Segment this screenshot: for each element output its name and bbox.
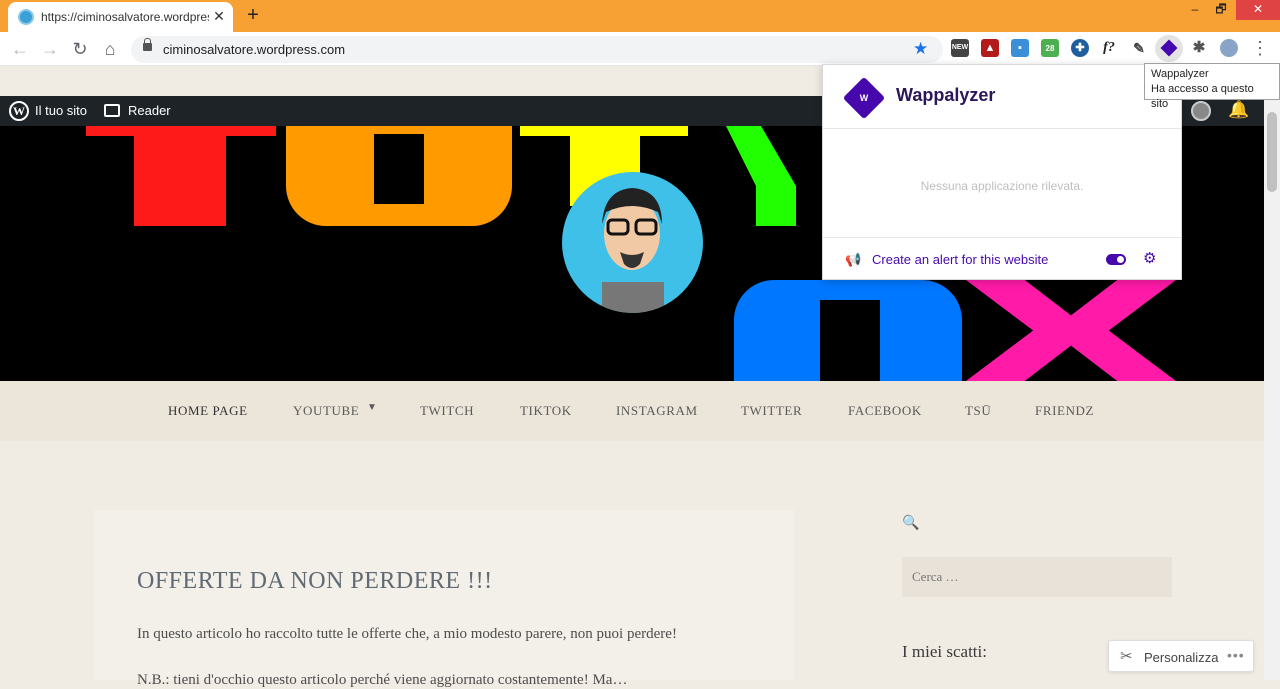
reload-icon[interactable]: ↻ bbox=[68, 37, 92, 61]
tab-title: https://ciminosalvatore.wordpress.com bbox=[41, 10, 209, 24]
extension-badge: 28 bbox=[1045, 44, 1055, 53]
post-excerpt: In questo articolo ho raccolto tutte le … bbox=[137, 626, 677, 642]
pdf-extension-icon[interactable]: ▲ bbox=[981, 39, 999, 57]
bookmark-star-icon[interactable]: ★ bbox=[913, 39, 928, 59]
nav-item-friendz[interactable]: FRIENDZ bbox=[1035, 403, 1094, 419]
counter-extension-icon[interactable]: 28 bbox=[1041, 39, 1059, 57]
search-input[interactable] bbox=[902, 557, 1172, 597]
wappalyzer-footer: 📢 Create an alert for this website ⚙ bbox=[823, 237, 1181, 280]
my-site-link[interactable]: Il tuo sito bbox=[35, 103, 87, 118]
wappalyzer-extension-icon bbox=[1160, 39, 1178, 57]
nav-item-tsu[interactable]: TSŪ bbox=[965, 403, 991, 419]
font-extension-icon[interactable]: f? bbox=[1100, 39, 1118, 57]
tools-icon: ✂ bbox=[1120, 648, 1133, 665]
nav-item-twitch[interactable]: TWITCH bbox=[420, 403, 474, 419]
browser-toolbar: ← → ↻ ⌂ ciminosalvatore.wordpress.com ★ … bbox=[0, 32, 1280, 66]
news-extension-icon[interactable]: NEW bbox=[951, 39, 969, 57]
wappalyzer-brand: Wappalyzer bbox=[896, 85, 996, 105]
wappalyzer-popup: W Wappalyzer Nessuna applicazione rileva… bbox=[822, 64, 1182, 280]
post-title[interactable]: OFFERTE DA NON PERDERE !!! bbox=[137, 568, 493, 595]
puzzle-extension-icon[interactable]: ✱ bbox=[1190, 39, 1208, 57]
theme-toggle[interactable] bbox=[1106, 254, 1126, 265]
nav-item-instagram[interactable]: INSTAGRAM bbox=[616, 403, 698, 419]
screenshot-extension-icon[interactable]: ▪ bbox=[1011, 39, 1029, 57]
wordpress-logo-icon[interactable]: W bbox=[9, 101, 29, 121]
back-arrow-icon[interactable]: ← bbox=[8, 37, 32, 61]
search-icon: 🔍 bbox=[902, 514, 920, 530]
reader-icon bbox=[104, 104, 120, 117]
customize-button[interactable]: ✂ Personalizza ••• bbox=[1108, 640, 1254, 672]
chevron-down-icon[interactable]: ▼ bbox=[367, 402, 378, 413]
new-tab-button[interactable]: + bbox=[242, 4, 264, 26]
forward-arrow-icon[interactable]: → bbox=[38, 37, 62, 61]
globe-extension-icon[interactable]: ✚ bbox=[1071, 39, 1089, 57]
nav-item-tiktok[interactable]: TIKTOK bbox=[520, 403, 572, 419]
page-scrollbar[interactable] bbox=[1264, 96, 1280, 680]
window-close-button[interactable]: ✕ bbox=[1236, 0, 1280, 20]
nav-item-home[interactable]: HOME PAGE bbox=[168, 403, 248, 419]
home-icon[interactable]: ⌂ bbox=[98, 37, 122, 61]
nav-item-youtube[interactable]: YOUTUBE bbox=[293, 403, 359, 419]
wappalyzer-header: W Wappalyzer bbox=[823, 65, 1181, 129]
nav-item-facebook[interactable]: FACEBOOK bbox=[848, 403, 922, 419]
lock-icon bbox=[143, 38, 152, 51]
address-bar[interactable]: ciminosalvatore.wordpress.com ★ bbox=[131, 36, 943, 63]
browser-tab-bar: https://ciminosalvatore.wordpress.com ✕ … bbox=[0, 0, 1280, 32]
post-excerpt-continued: N.B.: tieni d'occhio questo articolo per… bbox=[137, 672, 628, 688]
profile-avatar-image bbox=[562, 172, 703, 313]
tab-close-icon[interactable]: ✕ bbox=[210, 7, 228, 25]
profile-avatar-icon[interactable] bbox=[1220, 39, 1238, 57]
extension-tooltip: Wappalyzer Ha accesso a questo sito bbox=[1144, 63, 1280, 110]
widget-title: I miei scatti: bbox=[902, 642, 987, 661]
customize-label: Personalizza bbox=[1144, 650, 1219, 665]
no-apps-message: Nessuna applicazione rilevata. bbox=[920, 179, 1084, 193]
post-card: OFFERTE DA NON PERDERE !!! In questo art… bbox=[94, 510, 794, 688]
eyedropper-extension-icon[interactable]: ✎ bbox=[1130, 39, 1148, 57]
tooltip-title: Wappalyzer bbox=[1151, 68, 1209, 80]
main-navigation: HOME PAGE YOUTUBE ▼ TWITCH TIKTOK INSTAG… bbox=[0, 381, 1264, 441]
url-text: ciminosalvatore.wordpress.com bbox=[163, 42, 346, 57]
browser-tab[interactable]: https://ciminosalvatore.wordpress.com ✕ bbox=[8, 2, 233, 32]
scrollbar-thumb[interactable] bbox=[1267, 112, 1277, 192]
browser-menu-icon[interactable]: ⋮ bbox=[1248, 36, 1272, 60]
nav-item-twitter[interactable]: TWITTER bbox=[741, 403, 802, 419]
restore-button[interactable]: 🗗 bbox=[1206, 0, 1236, 20]
site-favicon-icon bbox=[18, 9, 34, 25]
megaphone-icon: 📢 bbox=[845, 252, 862, 267]
wappalyzer-extension-button[interactable] bbox=[1155, 35, 1183, 62]
reader-link[interactable]: Reader bbox=[128, 103, 171, 118]
create-alert-link[interactable]: Create an alert for this website bbox=[872, 252, 1048, 267]
more-options-icon[interactable]: ••• bbox=[1227, 647, 1245, 663]
wappalyzer-logo-icon: W bbox=[842, 76, 886, 120]
tooltip-subtitle: Ha accesso a questo sito bbox=[1151, 83, 1254, 110]
gear-icon[interactable]: ⚙ bbox=[1143, 249, 1156, 267]
